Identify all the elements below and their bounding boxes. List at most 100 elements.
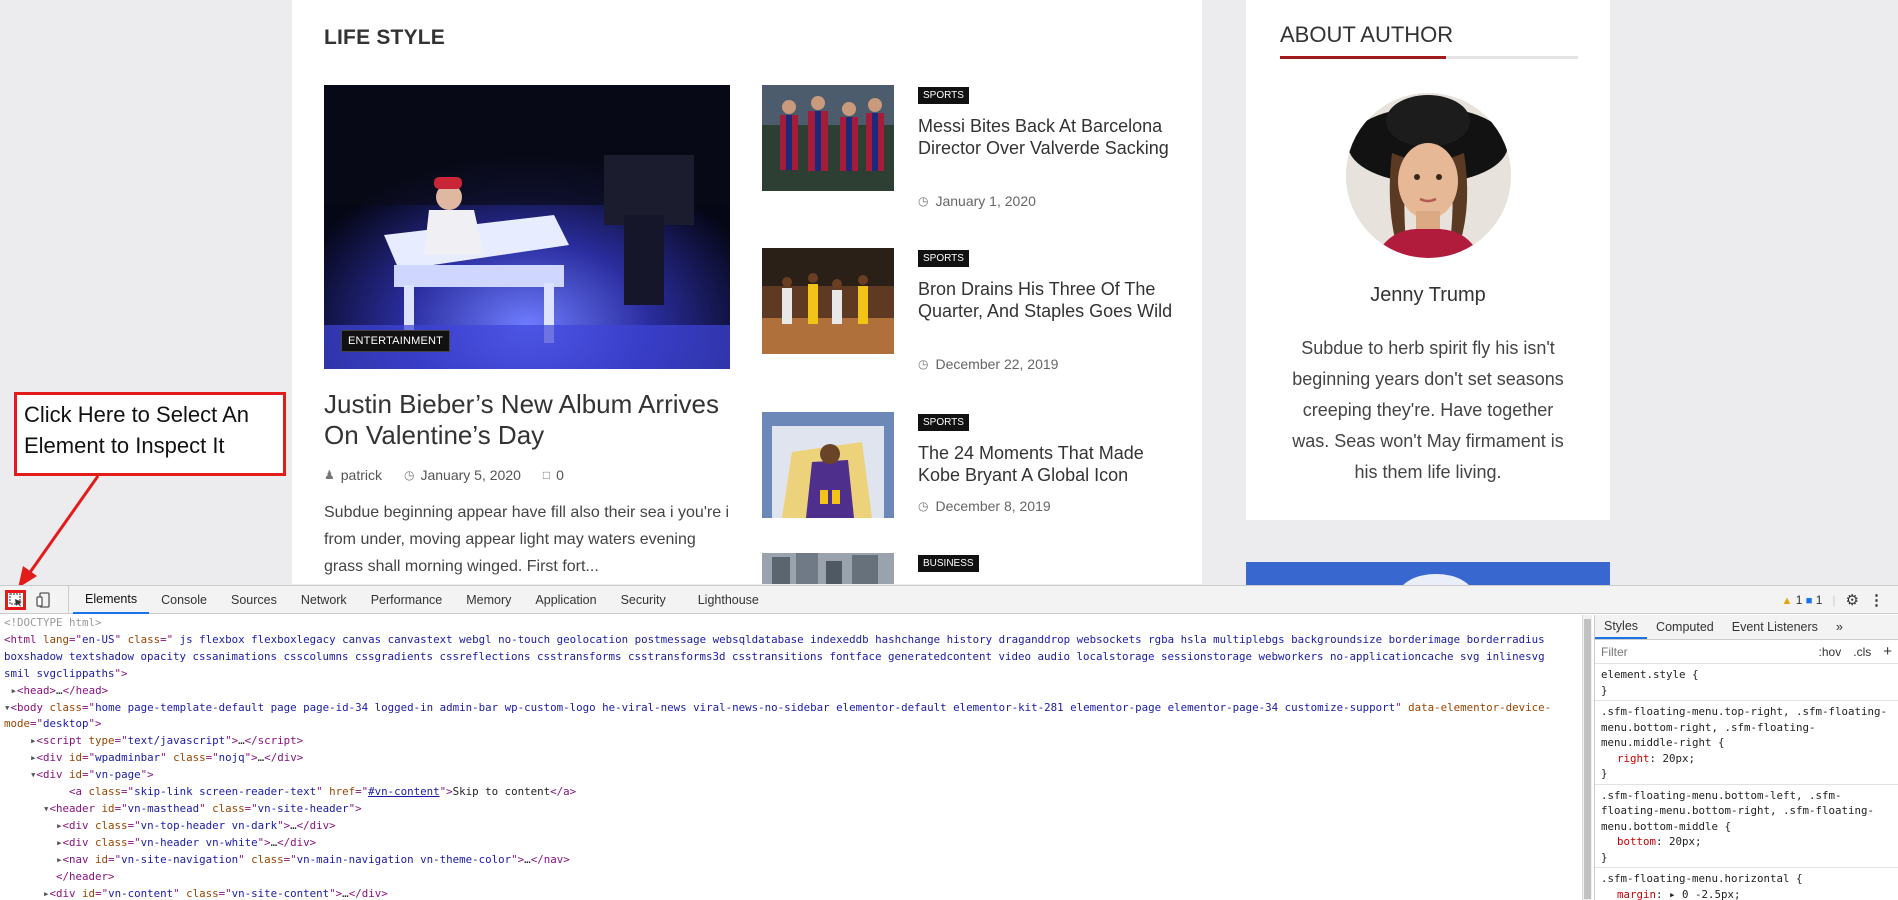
hov-toggle[interactable]: :hov [1819,645,1842,659]
dom-line[interactable]: <!DOCTYPE html> [4,615,1582,632]
side-post-thumbnail[interactable] [762,553,894,584]
tab-performance[interactable]: Performance [359,586,455,614]
page-id: vn-page [95,768,141,782]
html-classes: js flexbox flexboxlegacy canvas canvaste… [4,632,1545,680]
cls-toggle[interactable]: .cls [1853,645,1871,659]
side-post-thumbnail[interactable] [762,85,894,191]
style-rule[interactable]: .sfm-floating-menu.top-right, .sfm-float… [1595,701,1898,785]
side-post-category-badge[interactable]: SPORTS [918,250,969,267]
side-post-date-text: January 1, 2020 [935,193,1036,209]
basketball-photo [762,248,894,354]
rule-property[interactable]: right: 20px; [1601,751,1892,767]
tab-memory[interactable]: Memory [454,586,523,614]
dom-line-html[interactable]: <html lang="en-US" class=" js flexbox fl… [4,632,1574,683]
dom-line-headerwhite[interactable]: ▸<div class="vn-header vn-white">…</div> [4,835,1582,852]
dom-line-adminbar[interactable]: ▸<div id="wpadminbar" class="nojq">…</di… [4,750,1582,767]
post-author[interactable]: ♟ patrick [324,467,382,483]
dom-line-header[interactable]: ▾<header id="vn-masthead" class="vn-site… [4,801,1582,818]
devtools-status: ▲ 1 ■ 1 | ⚙ ⋮ [1781,586,1884,614]
property-value: 20px; [1662,751,1696,765]
adminbar-id: wpadminbar [95,751,161,765]
post-date: ◷ January 5, 2020 [404,467,521,483]
author-name: Jenny Trump [1370,284,1486,306]
dom-line-script[interactable]: ▸<script type="text/javascript">…</scrip… [4,733,1582,750]
side-post-date-text: December 8, 2019 [935,498,1051,514]
side-post-title[interactable]: Bron Drains His Three Of The Quarter, An… [918,278,1180,322]
style-rule[interactable]: .sfm-floating-menu.bottom-left, .sfm-flo… [1595,785,1898,868]
tab-sources[interactable]: Sources [219,586,289,614]
side-post-thumbnail[interactable] [762,412,894,518]
tab-network[interactable]: Network [289,586,359,614]
post-comments[interactable]: □ 0 [543,467,564,483]
more-options-icon[interactable]: ⋮ [1869,591,1884,609]
tab-application[interactable]: Application [523,586,608,614]
tab-console[interactable]: Console [149,586,219,614]
tab-computed[interactable]: Computed [1647,615,1723,639]
rule-property[interactable]: bottom: 20px; [1601,834,1892,850]
style-rule-element[interactable]: element.style { } [1595,664,1898,701]
soccer-photo [762,85,894,191]
clock-icon: ◷ [918,357,929,371]
dom-line-topheader[interactable]: ▸<div class="vn-top-header vn-dark">…</d… [4,818,1582,835]
featured-post-title[interactable]: Justin Bieber’s New Album Arrives On Val… [324,389,734,451]
side-post-date: ◷ December 8, 2019 [918,498,1051,514]
featured-post-excerpt: Subdue beginning appear have fill also t… [324,504,730,575]
property-value: 20px; [1669,835,1702,848]
dom-line-head[interactable]: ▸<head>…</head> [4,683,1582,700]
headerwhite-class: vn-header vn-white [140,835,258,849]
styles-filter-bar: :hov .cls + [1595,640,1898,664]
inspect-element-button[interactable] [5,590,26,610]
featured-category-badge[interactable]: ENTERTAINMENT [341,330,451,352]
post-comments-count: 0 [556,467,564,483]
content-id: vn-content [108,886,174,900]
more-tabs-button[interactable]: » [1827,615,1852,639]
side-post-category-badge[interactable]: SPORTS [918,87,969,104]
rule-property[interactable]: margin: ▸ 0 -2.5px; [1601,887,1892,900]
side-post-title[interactable]: The 24 Moments That Made Kobe Bryant A G… [918,442,1180,486]
dom-line-content[interactable]: ▸<div id="vn-content" class="vn-site-con… [4,886,1582,900]
header-id: vn-masthead [127,801,200,815]
dom-line-page[interactable]: ▾<div id="vn-page"> [4,767,1582,784]
side-post-category-badge[interactable]: SPORTS [918,414,969,431]
side-post[interactable]: SPORTS Bron Drains His Three Of The Quar… [762,248,1192,372]
devtools-tabs: Elements Console Sources Network Perform… [68,586,771,614]
side-post[interactable]: SPORTS Messi Bites Back At Barcelona Dir… [762,85,1192,209]
scrollbar-thumb[interactable] [1584,619,1591,899]
side-post-category-badge[interactable]: BUSINESS [918,555,979,572]
device-toolbar-button[interactable] [34,591,52,609]
tab-styles[interactable]: Styles [1595,615,1648,639]
tab-elements[interactable]: Elements [73,586,150,614]
dom-line-body[interactable]: ▾<body class="home page-template-default… [4,700,1574,734]
styles-pane: Styles Computed Event Listeners » :hov .… [1594,615,1898,900]
author-avatar [1346,93,1511,258]
message-count: 1 [1815,593,1823,607]
featured-post-image[interactable]: ENTERTAINMENT [324,85,730,369]
author-bio: Subdue to herb spirit fly his isn't begi… [1292,338,1564,482]
comment-icon: □ [542,468,551,482]
tab-event-listeners[interactable]: Event Listeners [1723,615,1827,639]
tab-lighthouse[interactable]: Lighthouse [678,586,771,614]
dom-line-header-close[interactable]: </header> [4,869,1582,886]
issues-counter[interactable]: ▲ 1 ■ 1 [1781,593,1822,607]
warning-icon: ▲ [1781,595,1793,607]
nav-id: vn-site-navigation [121,852,239,866]
side-post[interactable]: SPORTS The 24 Moments That Made Kobe Bry… [762,412,1192,522]
add-rule-icon[interactable]: + [1883,643,1892,660]
styles-filter-input[interactable] [1601,644,1807,659]
dom-scrollbar[interactable] [1582,615,1592,900]
rule-close: } [1601,850,1608,864]
dom-line-skiplink[interactable]: <a class="skip-link screen-reader-text" … [4,784,1582,801]
doctype: <!DOCTYPE html> [4,616,102,629]
skiplink-href[interactable]: #vn-content [368,785,440,798]
side-post[interactable]: BUSINESS [762,553,1192,584]
side-post-thumbnail[interactable] [762,248,894,354]
dom-line-nav[interactable]: ▸<nav id="vn-site-navigation" class="vn-… [4,852,1582,869]
content-class: vn-site-content [231,886,330,900]
side-post-title[interactable]: Messi Bites Back At Barcelona Director O… [918,115,1180,159]
property-name: right [1617,751,1650,765]
dom-tree[interactable]: <!DOCTYPE html> <html lang="en-US" class… [0,615,1582,900]
style-rule[interactable]: .sfm-floating-menu.horizontal { margin: … [1595,868,1898,900]
tab-security[interactable]: Security [609,586,678,614]
rule-selector: .sfm-floating-menu.horizontal { [1601,872,1803,885]
gear-icon[interactable]: ⚙ [1846,591,1859,609]
